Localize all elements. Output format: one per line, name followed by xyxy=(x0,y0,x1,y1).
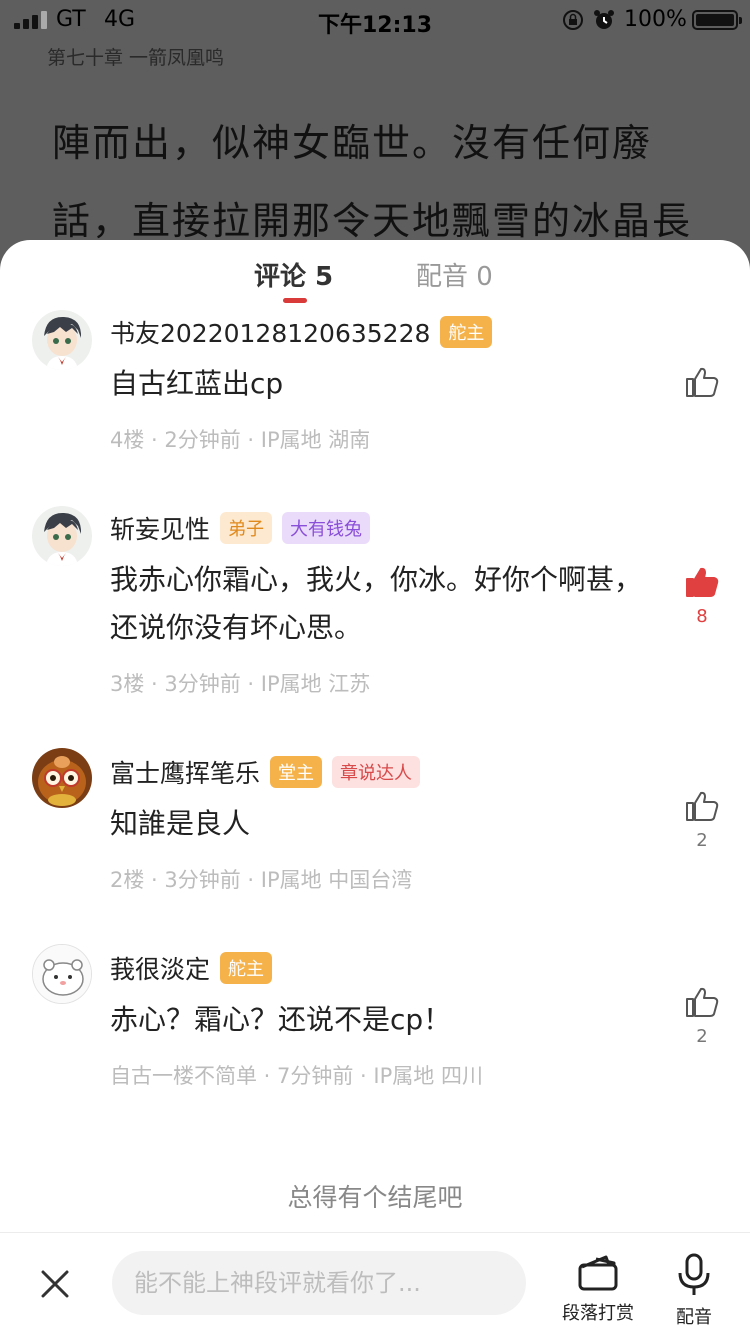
status-bar: GT 4G 下午12:13 100% xyxy=(0,0,750,40)
avatar[interactable] xyxy=(32,506,92,566)
like-button[interactable]: 2 xyxy=(684,986,720,1047)
fan-badge: 大有钱兔 xyxy=(282,512,371,544)
like-button[interactable]: 2 xyxy=(684,790,720,851)
like-button[interactable] xyxy=(684,366,720,406)
like-button[interactable]: 8 xyxy=(684,566,720,627)
close-icon[interactable] xyxy=(38,1267,72,1301)
avatar[interactable] xyxy=(32,944,92,1004)
paragraph-reward-button[interactable]: 段落打赏 xyxy=(556,1253,640,1325)
thumbs-up-icon xyxy=(686,367,719,397)
comment-text[interactable]: 我赤心你霜心，我火，你冰。好你个啊甚，还说你没有坏心思。 xyxy=(110,556,650,652)
paragraph-reward-label: 段落打赏 xyxy=(562,1303,634,1324)
microphone-icon xyxy=(678,1253,710,1295)
reader-text-line: 陣而出，似神女臨世。沒有任何廢 xyxy=(52,121,653,165)
comment-text[interactable]: 赤心？霜心？还说不是cp！ xyxy=(110,996,650,1044)
comment-meta: 自古一楼不简单 · 7分钟前 · IP属地 四川 xyxy=(110,1064,483,1088)
thumbs-up-filled-icon xyxy=(686,567,719,597)
achievement-badge: 章说达人 xyxy=(332,756,421,788)
tab-bar: 评论 5 配音 0 xyxy=(0,240,750,304)
dub-button[interactable]: 配音 xyxy=(668,1253,720,1329)
tab-comments[interactable]: 评论 5 xyxy=(254,256,333,293)
author-row: 书友20220128120635228 舵主 xyxy=(110,314,493,350)
comment-input[interactable] xyxy=(112,1251,526,1315)
rotation-lock-icon xyxy=(563,10,583,30)
bottom-bar: 段落打赏 配音 xyxy=(0,1232,750,1334)
battery-icon xyxy=(692,10,742,30)
comment-meta: 2楼 · 3分钟前 · IP属地 中国台湾 xyxy=(110,868,413,892)
like-count: 2 xyxy=(696,830,708,851)
tab-dubbing[interactable]: 配音 0 xyxy=(416,256,493,293)
like-count: 2 xyxy=(696,1026,708,1047)
author-name[interactable]: 富士鹰挥笔乐 xyxy=(110,754,260,790)
author-row: 富士鹰挥笔乐 堂主 章说达人 xyxy=(110,754,421,790)
thumbs-up-icon xyxy=(686,987,719,1017)
battery-percent: 100% xyxy=(624,7,687,32)
rank-badge: 舵主 xyxy=(220,952,273,984)
comment-sheet: 评论 5 配音 0 书友20220128120635228 舵主 自古红蓝出cp… xyxy=(0,240,750,1334)
chapter-title: 第七十章 一箭凤凰鸣 xyxy=(47,47,225,69)
author-name[interactable]: 斩妄见性 xyxy=(110,510,210,546)
wallet-icon xyxy=(578,1255,618,1291)
rank-badge: 舵主 xyxy=(440,316,493,348)
comment-text[interactable]: 知誰是良人 xyxy=(110,800,650,848)
alarm-icon xyxy=(594,10,614,29)
rank-badge: 堂主 xyxy=(270,756,323,788)
reader-text-line: 話，直接拉開那令天地飄雪的冰晶長 xyxy=(52,199,693,243)
thumbs-up-icon xyxy=(686,791,719,821)
avatar[interactable] xyxy=(32,310,92,370)
comment-text[interactable]: 自古红蓝出cp xyxy=(110,360,650,408)
avatar[interactable] xyxy=(32,748,92,808)
dub-label: 配音 xyxy=(676,1307,712,1328)
end-of-list-text: 总得有个结尾吧 xyxy=(287,1183,463,1212)
comment-meta: 4楼 · 2分钟前 · IP属地 湖南 xyxy=(110,428,371,452)
author-name[interactable]: 书友20220128120635228 xyxy=(110,314,430,350)
author-row: 莪很淡定 舵主 xyxy=(110,950,273,986)
author-row: 斩妄见性 弟子 大有钱兔 xyxy=(110,510,371,546)
rank-badge: 弟子 xyxy=(220,512,273,544)
comment-meta: 3楼 · 3分钟前 · IP属地 江苏 xyxy=(110,672,371,696)
like-count: 8 xyxy=(696,606,708,627)
author-name[interactable]: 莪很淡定 xyxy=(110,950,210,986)
active-tab-indicator xyxy=(283,298,307,303)
